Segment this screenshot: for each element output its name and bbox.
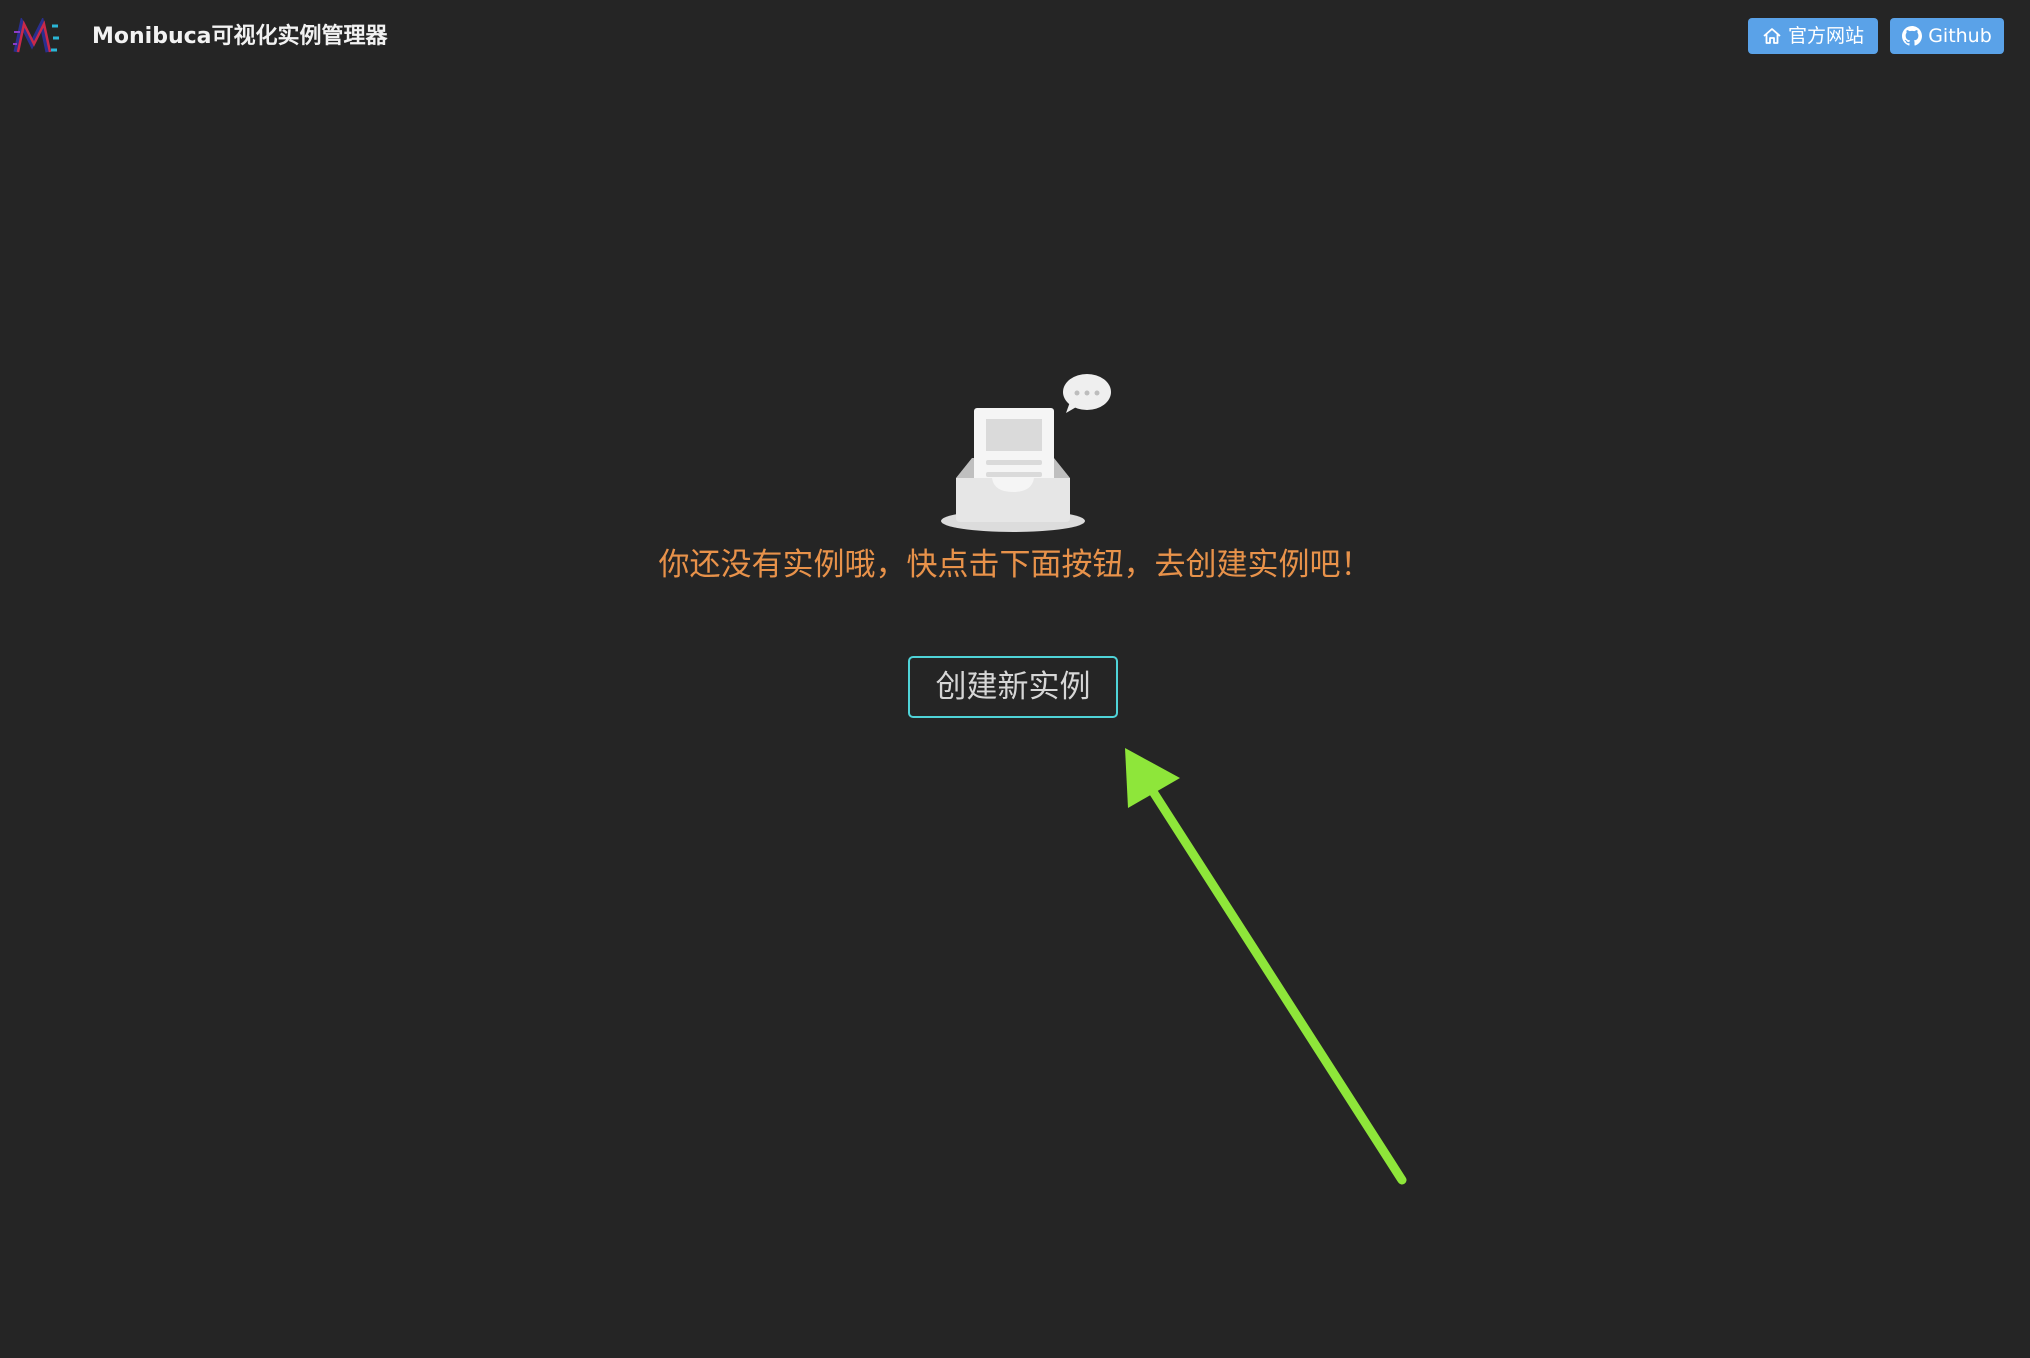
github-label: Github	[1928, 25, 1992, 47]
empty-inbox-icon	[941, 374, 1111, 532]
github-icon	[1902, 26, 1923, 46]
annotation-arrow-head	[1125, 748, 1180, 808]
empty-state-message: 你还没有实例哦，快点击下面按钮，去创建实例吧！	[658, 547, 1372, 583]
header-bar: Monibuca可视化实例管理器 官方网站 Github	[0, 0, 2030, 74]
github-button[interactable]: Github	[1890, 18, 2004, 54]
monibuca-logo-icon	[13, 18, 59, 53]
annotation-arrow-shaft	[1147, 785, 1407, 1185]
app-root: Monibuca可视化实例管理器 官方网站 Github 你还没有实例哦，快点击…	[0, 0, 2030, 1358]
home-icon	[1763, 28, 1781, 44]
app-title: Monibuca可视化实例管理器	[92, 24, 388, 49]
official-site-label: 官方网站	[1787, 25, 1864, 47]
official-site-button[interactable]: 官方网站	[1748, 18, 1878, 54]
create-instance-button[interactable]: 创建新实例	[908, 656, 1118, 718]
